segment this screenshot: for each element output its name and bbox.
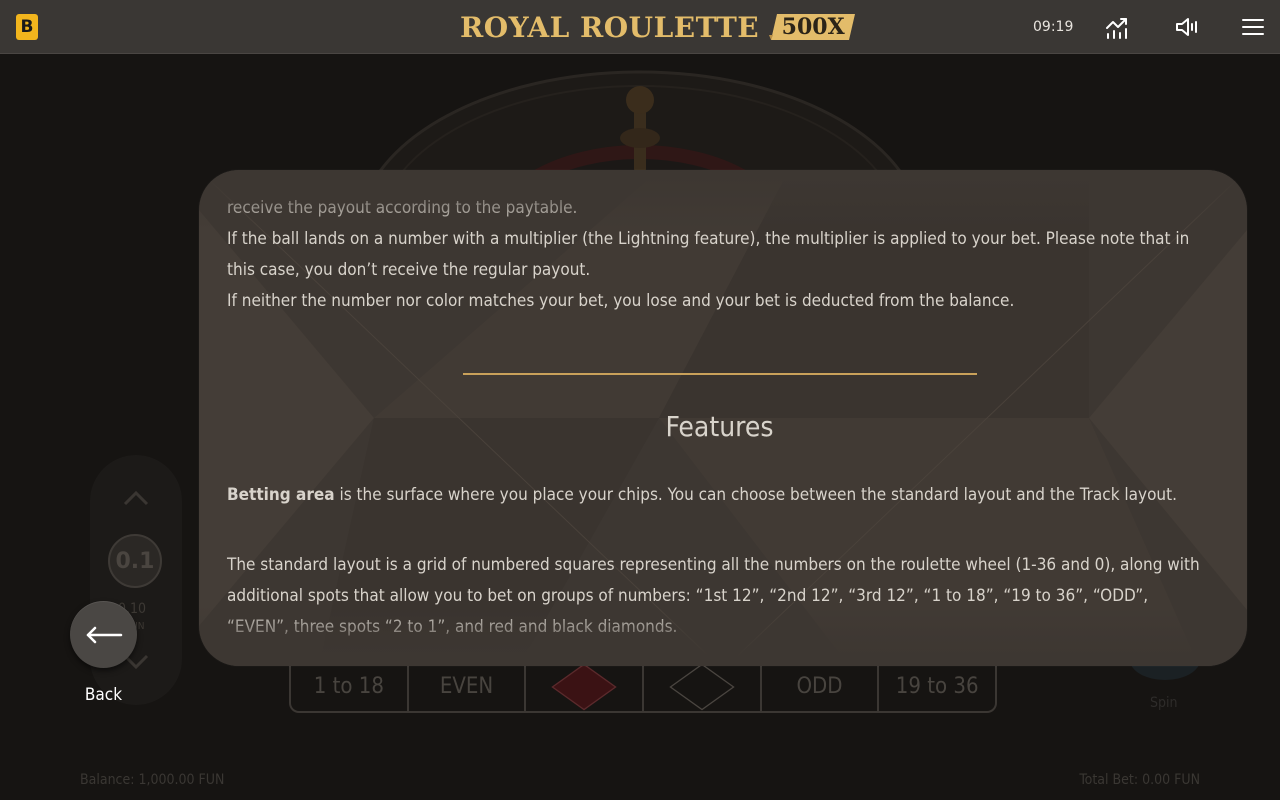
top-bar: B ROYAL ROULETTE 500X 09:19 [0, 0, 1280, 54]
multiplier-badge-text: 500X [781, 14, 845, 40]
bet-even[interactable]: EVEN [409, 662, 527, 711]
game-logo: ROYAL ROULETTE 500X [460, 10, 857, 44]
black-diamond-icon [669, 663, 735, 710]
clock: 09:19 [1033, 19, 1074, 35]
spin-label: Spin [1150, 695, 1178, 711]
rules-paragraph: Betting area is the surface where you pl… [227, 480, 1207, 511]
section-title: Features [665, 410, 774, 443]
back-label: Back [84, 685, 123, 705]
back-button[interactable] [70, 601, 137, 668]
stats-icon[interactable] [1104, 14, 1130, 40]
rules-paragraph: If neither the number nor color matches … [227, 291, 1015, 311]
rules-paragraph: If the ball lands on a number with a mul… [227, 229, 1190, 280]
term-description: is the surface where you place your chip… [334, 485, 1177, 505]
total-bet: Total Bet: 0.00 FUN [1079, 772, 1200, 788]
chevron-up-icon[interactable] [122, 488, 150, 508]
rules-paragraph: receive the payout according to the payt… [227, 198, 578, 218]
chip-value[interactable]: 0.1 [108, 534, 162, 588]
bet-odd[interactable]: ODD [762, 662, 880, 711]
brand-logo-icon[interactable]: B [16, 14, 38, 40]
rules-paragraph: The standard layout is a grid of numbere… [227, 555, 1200, 637]
menu-icon[interactable] [1240, 14, 1266, 40]
rules-modal: receive the payout according to the payt… [199, 170, 1247, 666]
term-betting-area: Betting area [227, 485, 335, 505]
multiplier-badge: 500X [769, 13, 857, 41]
bet-black[interactable] [644, 662, 762, 711]
outside-bets-row: 1 to 18 EVEN ODD 19 to 36 [289, 662, 997, 713]
bet-1-to-18[interactable]: 1 to 18 [291, 662, 409, 711]
game-title: ROYAL ROULETTE [460, 10, 760, 44]
bet-19-to-36[interactable]: 19 to 36 [879, 662, 995, 711]
bet-red[interactable] [526, 662, 645, 711]
red-diamond-icon [551, 663, 617, 710]
arrow-left-icon [86, 626, 122, 643]
sound-icon[interactable] [1174, 14, 1200, 40]
rules-content: receive the payout according to the payt… [227, 170, 1207, 666]
section-divider [463, 373, 977, 375]
balance: Balance: 1,000.00 FUN [80, 772, 225, 788]
